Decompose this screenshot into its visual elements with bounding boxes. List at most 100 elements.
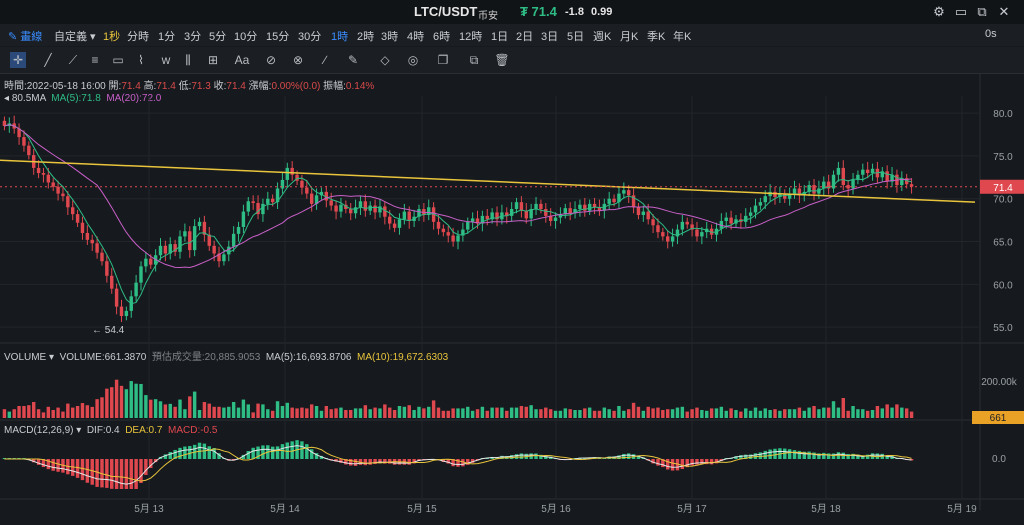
volume-bar xyxy=(110,387,114,418)
date-tick-label: 5月 13 xyxy=(134,503,164,515)
macd-bar xyxy=(519,453,524,459)
volume-bar xyxy=(822,407,826,418)
macd-bar xyxy=(90,459,94,485)
volume-bar xyxy=(714,408,719,418)
candle-body xyxy=(695,229,699,237)
volume-bar xyxy=(17,406,21,418)
volume-bar xyxy=(388,407,392,418)
volume-bar xyxy=(373,407,377,418)
volume-bar xyxy=(105,388,109,418)
volume-bar xyxy=(841,398,845,418)
candle-body xyxy=(100,252,104,262)
candle-body xyxy=(90,239,94,244)
macd-bar xyxy=(656,459,660,466)
candle-body xyxy=(641,211,646,216)
volume-bar xyxy=(534,409,538,418)
volume-bar xyxy=(675,407,680,418)
candle-body xyxy=(553,217,558,221)
candle-body xyxy=(773,191,777,198)
macd-bar xyxy=(709,459,714,465)
volume-bar xyxy=(56,407,60,418)
volume-bar xyxy=(51,410,55,418)
volume-bar xyxy=(617,406,621,418)
volume-bar xyxy=(631,402,636,418)
date-tick-label: 5月 19 xyxy=(947,503,977,515)
candle-body xyxy=(670,236,675,242)
volume-bar xyxy=(865,410,870,418)
volume-bar xyxy=(334,408,338,418)
volume-bar xyxy=(563,408,568,418)
volume-bar xyxy=(626,409,631,418)
candle-body xyxy=(753,205,758,213)
candle-body xyxy=(373,205,377,213)
candle-body xyxy=(85,232,90,240)
volume-bar xyxy=(134,383,138,418)
candle-body xyxy=(261,203,265,215)
macd-bar xyxy=(534,453,538,459)
volume-bar xyxy=(904,408,909,418)
volume-bar xyxy=(466,406,470,418)
volume-bar xyxy=(270,410,275,418)
volume-bar xyxy=(22,406,26,418)
macd-bar xyxy=(622,453,626,459)
candle-body xyxy=(402,211,407,220)
volume-bar xyxy=(641,410,646,418)
volume-bar xyxy=(456,408,460,418)
volume-bar xyxy=(358,408,363,418)
volume-bar xyxy=(353,408,358,418)
volume-bar xyxy=(339,407,343,418)
candle-body xyxy=(870,168,875,174)
candle-body xyxy=(822,181,826,189)
volume-bar xyxy=(188,396,192,418)
volume-bar xyxy=(246,404,250,418)
volume-bar xyxy=(768,410,772,418)
candle-body xyxy=(105,261,109,276)
volume-bar xyxy=(470,410,475,418)
price-tick-label: 80.0 xyxy=(993,109,1013,120)
volume-bar xyxy=(461,408,465,418)
candle-body xyxy=(388,216,392,224)
volume-bar xyxy=(612,410,616,418)
volume-bar xyxy=(709,408,714,418)
candle-body xyxy=(763,196,767,203)
candle-body xyxy=(339,204,343,212)
volume-bar xyxy=(753,407,758,418)
volume-bar xyxy=(490,407,494,418)
macd-bar xyxy=(807,451,811,459)
macd-bar xyxy=(680,459,685,470)
candle-body xyxy=(466,221,470,230)
candle-body xyxy=(188,231,192,251)
volume-bar xyxy=(539,409,543,418)
candle-body xyxy=(124,310,129,317)
candle-body xyxy=(305,187,309,194)
volume-bar xyxy=(119,385,124,418)
volume-bar xyxy=(495,407,499,418)
candle-body xyxy=(700,232,704,237)
volume-bar xyxy=(724,410,728,418)
date-tick-label: 5月 17 xyxy=(677,503,707,515)
candle-body xyxy=(407,211,411,221)
volume-bar xyxy=(739,411,743,418)
volume-bar xyxy=(548,409,553,418)
macd-bar xyxy=(670,459,675,471)
macd-bar xyxy=(348,459,353,466)
volume-bar xyxy=(363,405,368,418)
macd-tick-label: 0.0 xyxy=(992,454,1006,465)
volume-bar xyxy=(309,404,314,418)
candle-body xyxy=(729,217,733,224)
candle-body xyxy=(149,258,153,265)
macd-bar xyxy=(353,459,358,466)
macd-bar xyxy=(85,459,90,483)
price-tick-label: 70.0 xyxy=(993,195,1013,206)
candle-body xyxy=(285,167,290,180)
volume-bar xyxy=(227,406,231,418)
volume-bar xyxy=(651,408,655,418)
chart-canvas[interactable]: 5月 13 5月 14 5月 15 5月 16 5月 17 5月 18 5月 19 80.0 7… xyxy=(0,0,1024,525)
candle-body xyxy=(66,196,70,208)
volume-bar xyxy=(851,406,855,418)
candle-body xyxy=(534,203,538,210)
volume-bar xyxy=(392,410,397,418)
volume-bar xyxy=(744,408,748,418)
volume-bar xyxy=(427,406,431,418)
volume-bar xyxy=(241,399,246,418)
